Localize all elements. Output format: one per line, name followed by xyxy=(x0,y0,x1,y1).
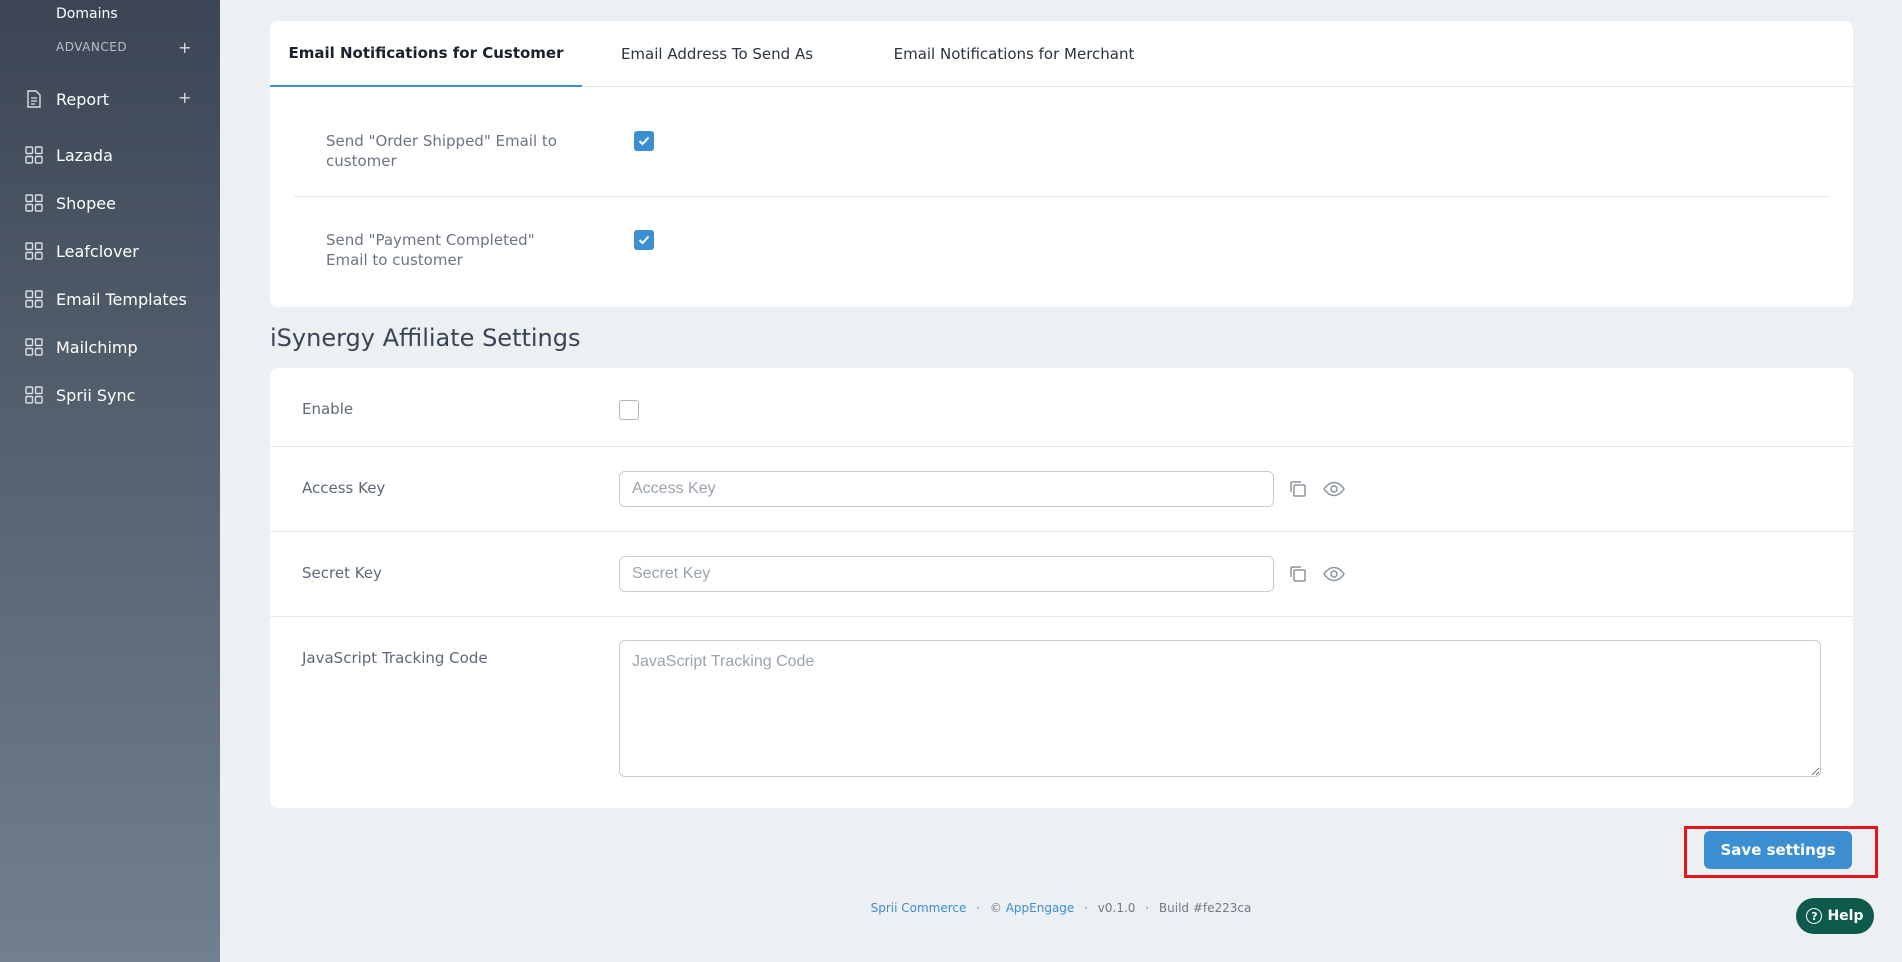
grid-icon xyxy=(24,289,44,309)
check-icon xyxy=(638,235,650,245)
sidebar: Domains ADVANCED + Report + Lazada Shope… xyxy=(0,0,220,962)
help-button[interactable]: ? Help xyxy=(1796,898,1874,934)
footer-separator: · xyxy=(1084,901,1088,915)
tab-email-notifications-customer[interactable]: Email Notifications for Customer xyxy=(270,21,582,87)
sidebar-item-label: Lazada xyxy=(56,145,113,165)
payment-completed-checkbox[interactable] xyxy=(634,230,654,250)
document-icon xyxy=(24,89,44,109)
sidebar-item-lazada[interactable]: Lazada xyxy=(24,139,204,171)
footer-separator: · xyxy=(1145,901,1150,915)
footer: Sprii Commerce · © AppEngage · v0.1.0 · … xyxy=(220,901,1902,915)
sidebar-item-shopee[interactable]: Shopee xyxy=(24,187,204,219)
sidebar-item-label: Report xyxy=(56,89,110,109)
sidebar-item-leafclover[interactable]: Leafclover xyxy=(24,235,204,267)
secret-key-label: Secret Key xyxy=(302,564,382,582)
divider xyxy=(270,446,1853,447)
secret-key-input[interactable] xyxy=(619,556,1274,592)
access-key-label: Access Key xyxy=(302,479,386,497)
copy-icon[interactable] xyxy=(1285,476,1311,502)
sidebar-item-email-templates[interactable]: Email Templates xyxy=(24,283,204,315)
affiliate-settings-card: Enable Access Key Secret Key JavaScript … xyxy=(270,368,1853,808)
footer-build: Build #fe223ca xyxy=(1158,901,1252,915)
save-settings-button[interactable]: Save settings xyxy=(1704,831,1852,869)
enable-label: Enable xyxy=(302,400,354,418)
sidebar-item-label: Mailchimp xyxy=(56,337,138,357)
eye-icon[interactable] xyxy=(1321,476,1347,502)
divider xyxy=(294,196,1829,197)
divider xyxy=(270,616,1853,617)
enable-checkbox[interactable] xyxy=(619,400,639,420)
sidebar-item-report[interactable]: Report xyxy=(24,83,204,115)
grid-icon xyxy=(24,241,44,261)
order-shipped-label: Send "Order Shipped" Email to customer xyxy=(326,132,557,170)
footer-brand-link[interactable]: Sprii Commerce xyxy=(871,901,967,915)
eye-icon[interactable] xyxy=(1321,561,1347,587)
question-icon: ? xyxy=(1806,908,1823,924)
sidebar-item-label: Leafclover xyxy=(56,241,139,261)
sidebar-item-sprii-sync[interactable]: Sprii Sync xyxy=(24,379,204,411)
access-key-input[interactable] xyxy=(619,471,1274,507)
tab-bar: Email Notifications for Customer Email A… xyxy=(270,21,1853,87)
email-notifications-card: Email Notifications for Customer Email A… xyxy=(270,21,1853,307)
sidebar-subitem-domains[interactable]: Domains xyxy=(56,6,118,22)
grid-icon xyxy=(24,193,44,213)
grid-icon xyxy=(24,145,44,165)
order-shipped-checkbox[interactable] xyxy=(634,131,654,151)
tracking-code-textarea[interactable] xyxy=(619,640,1821,777)
tracking-code-label: JavaScript Tracking Code xyxy=(302,649,488,667)
help-label: Help xyxy=(1827,908,1864,924)
expand-advanced-icon[interactable]: + xyxy=(178,38,191,57)
tab-email-notifications-merchant[interactable]: Email Notifications for Merchant xyxy=(852,21,1176,87)
section-title: iSynergy Affiliate Settings xyxy=(270,324,581,352)
sidebar-item-label: Sprii Sync xyxy=(56,385,136,405)
footer-copyright: © xyxy=(989,901,1002,915)
sidebar-item-label: Shopee xyxy=(56,193,116,213)
grid-icon xyxy=(24,385,44,405)
copy-icon[interactable] xyxy=(1285,561,1311,587)
expand-report-icon[interactable]: + xyxy=(178,88,191,107)
sidebar-section-advanced: ADVANCED xyxy=(56,40,128,54)
divider xyxy=(270,531,1853,532)
footer-company-link[interactable]: AppEngage xyxy=(1006,901,1075,915)
tab-email-address-send-as[interactable]: Email Address To Send As xyxy=(582,21,852,87)
footer-separator: · xyxy=(976,901,981,915)
footer-version: v0.1.0 xyxy=(1097,901,1136,915)
grid-icon xyxy=(24,337,44,357)
sidebar-item-mailchimp[interactable]: Mailchimp xyxy=(24,331,204,363)
sidebar-item-label: Email Templates xyxy=(56,289,187,309)
payment-completed-label: Send "Payment Completed" Email to custom… xyxy=(326,231,535,269)
check-icon xyxy=(638,136,650,146)
